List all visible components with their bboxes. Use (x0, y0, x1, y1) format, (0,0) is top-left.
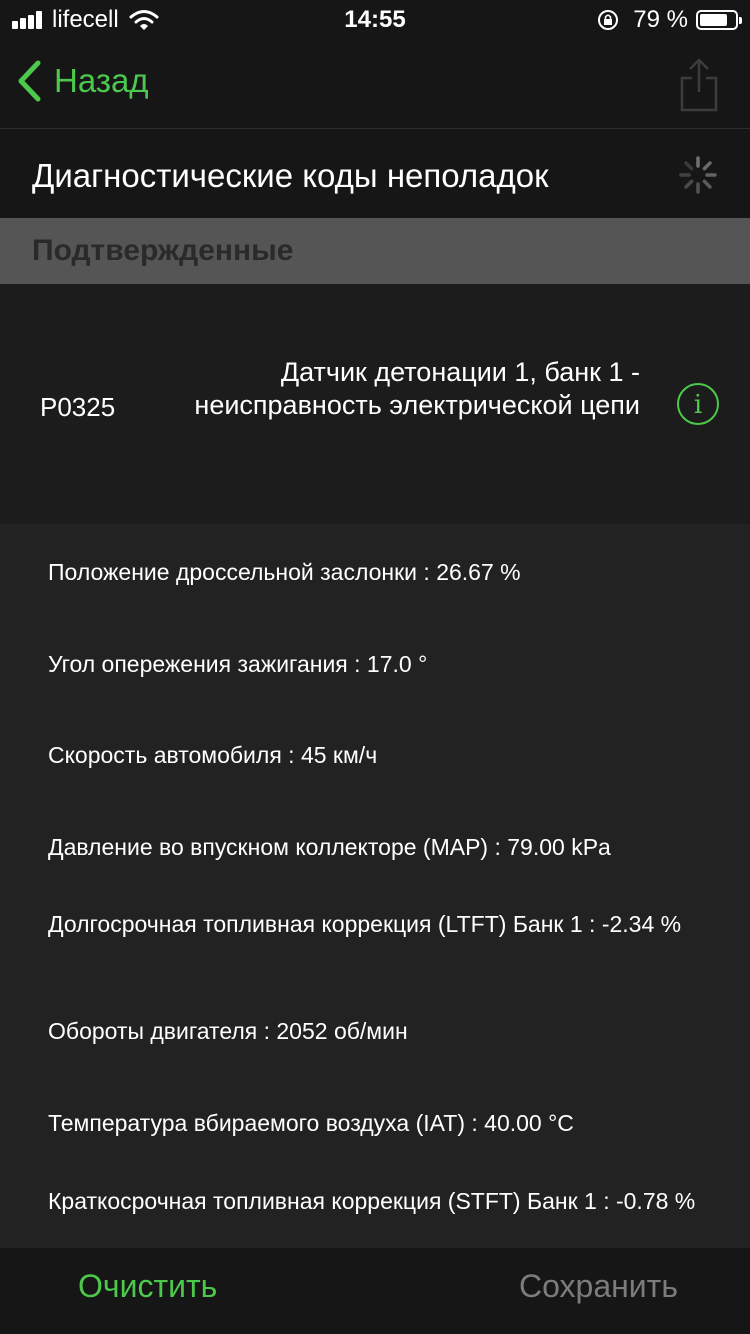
navigation-bar: Назад (0, 40, 750, 129)
chevron-left-icon (18, 60, 41, 102)
param-stft: Краткосрочная топливная коррекция (STFT)… (48, 1188, 696, 1214)
loading-spinner-icon (679, 156, 717, 194)
share-icon[interactable] (678, 56, 720, 112)
battery-percent: 79 % (633, 6, 688, 33)
dtc-description: Датчик детонации 1, банк 1 - неисправнос… (194, 357, 640, 420)
save-button[interactable]: Сохранить (519, 1268, 678, 1305)
clear-button[interactable]: Очистить (78, 1268, 217, 1305)
param-ltft: Долгосрочная топливная коррекция (LTFT) … (48, 911, 682, 937)
status-bar-right: 79 % (597, 6, 742, 34)
freeze-frame-list: Положение дроссельной заслонки : 26.67 %… (0, 524, 750, 1248)
param-vehicle-speed: Скорость автомобиля : 45 км/ч (48, 742, 378, 768)
page-title: Диагностические коды неполадок (32, 157, 549, 194)
back-label: Назад (54, 62, 149, 99)
dtc-code: P0325 (40, 392, 116, 422)
param-ignition-timing: Угол опережения зажигания : 17.0 ° (48, 651, 428, 677)
info-icon[interactable]: i (676, 382, 720, 426)
param-map: Давление во впускном коллекторе (MAP) : … (48, 834, 611, 860)
battery-level (700, 14, 727, 26)
back-button[interactable]: Назад (16, 60, 149, 102)
section-title: Подтвержденные (32, 234, 294, 267)
param-rpm: Обороты двигателя : 2052 об/мин (48, 1018, 408, 1044)
title-row: Диагностические коды неполадок (0, 129, 750, 218)
svg-text:i: i (694, 390, 702, 420)
dtc-row[interactable]: P0325 Датчик детонации 1, банк 1 - неисп… (0, 284, 750, 524)
status-bar: lifecell 14:55 79 % (0, 0, 750, 40)
param-throttle-position: Положение дроссельной заслонки : 26.67 % (48, 559, 521, 585)
bottom-toolbar: Очистить Сохранить (0, 1248, 750, 1334)
battery-icon (696, 10, 742, 30)
param-iat: Температура вбираемого воздуха (IAT) : 4… (48, 1110, 574, 1136)
rotation-lock-icon (598, 10, 619, 30)
section-header: Подтвержденные (0, 218, 750, 284)
